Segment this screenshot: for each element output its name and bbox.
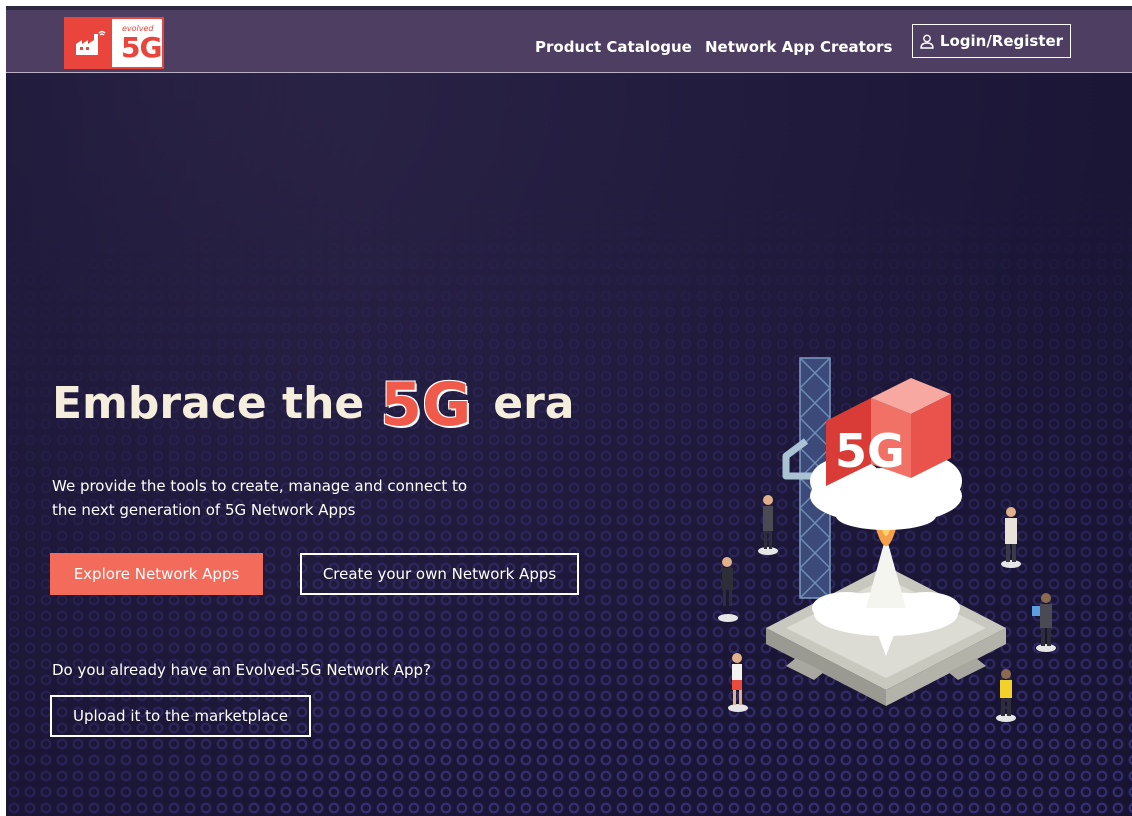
upload-marketplace-button[interactable]: Upload it to the marketplace bbox=[50, 695, 311, 737]
nav-product-catalogue[interactable]: Product Catalogue bbox=[535, 38, 692, 56]
upload-question: Do you already have an Evolved-5G Networ… bbox=[52, 661, 431, 679]
hero-title: Embrace the 5G era bbox=[52, 368, 574, 438]
logo-big-text: 5G bbox=[121, 31, 162, 64]
factory-icon bbox=[66, 19, 112, 67]
svg-text:5G: 5G bbox=[835, 424, 905, 478]
hero-description: We provide the tools to create, manage a… bbox=[52, 477, 468, 519]
page-frame: evolved 5G Product Catalogue Network App… bbox=[6, 6, 1132, 816]
login-register-button[interactable]: Login/Register bbox=[912, 24, 1071, 58]
evolved-5g-logo[interactable]: evolved 5G bbox=[64, 17, 164, 69]
user-icon bbox=[920, 34, 934, 49]
hero-title-before: Embrace the bbox=[52, 377, 365, 429]
hero-title-after: era bbox=[493, 377, 575, 429]
create-network-apps-button[interactable]: Create your own Network Apps bbox=[300, 553, 579, 595]
explore-network-apps-button[interactable]: Explore Network Apps bbox=[50, 553, 263, 595]
nav-network-app-creators[interactable]: Network App Creators bbox=[705, 38, 892, 56]
top-navbar: evolved 5G Product Catalogue Network App… bbox=[6, 10, 1132, 73]
hero-title-highlight: 5G bbox=[380, 370, 472, 440]
login-register-label: Login/Register bbox=[939, 32, 1064, 50]
rocket-launch-illustration: 5G bbox=[718, 357, 1056, 722]
